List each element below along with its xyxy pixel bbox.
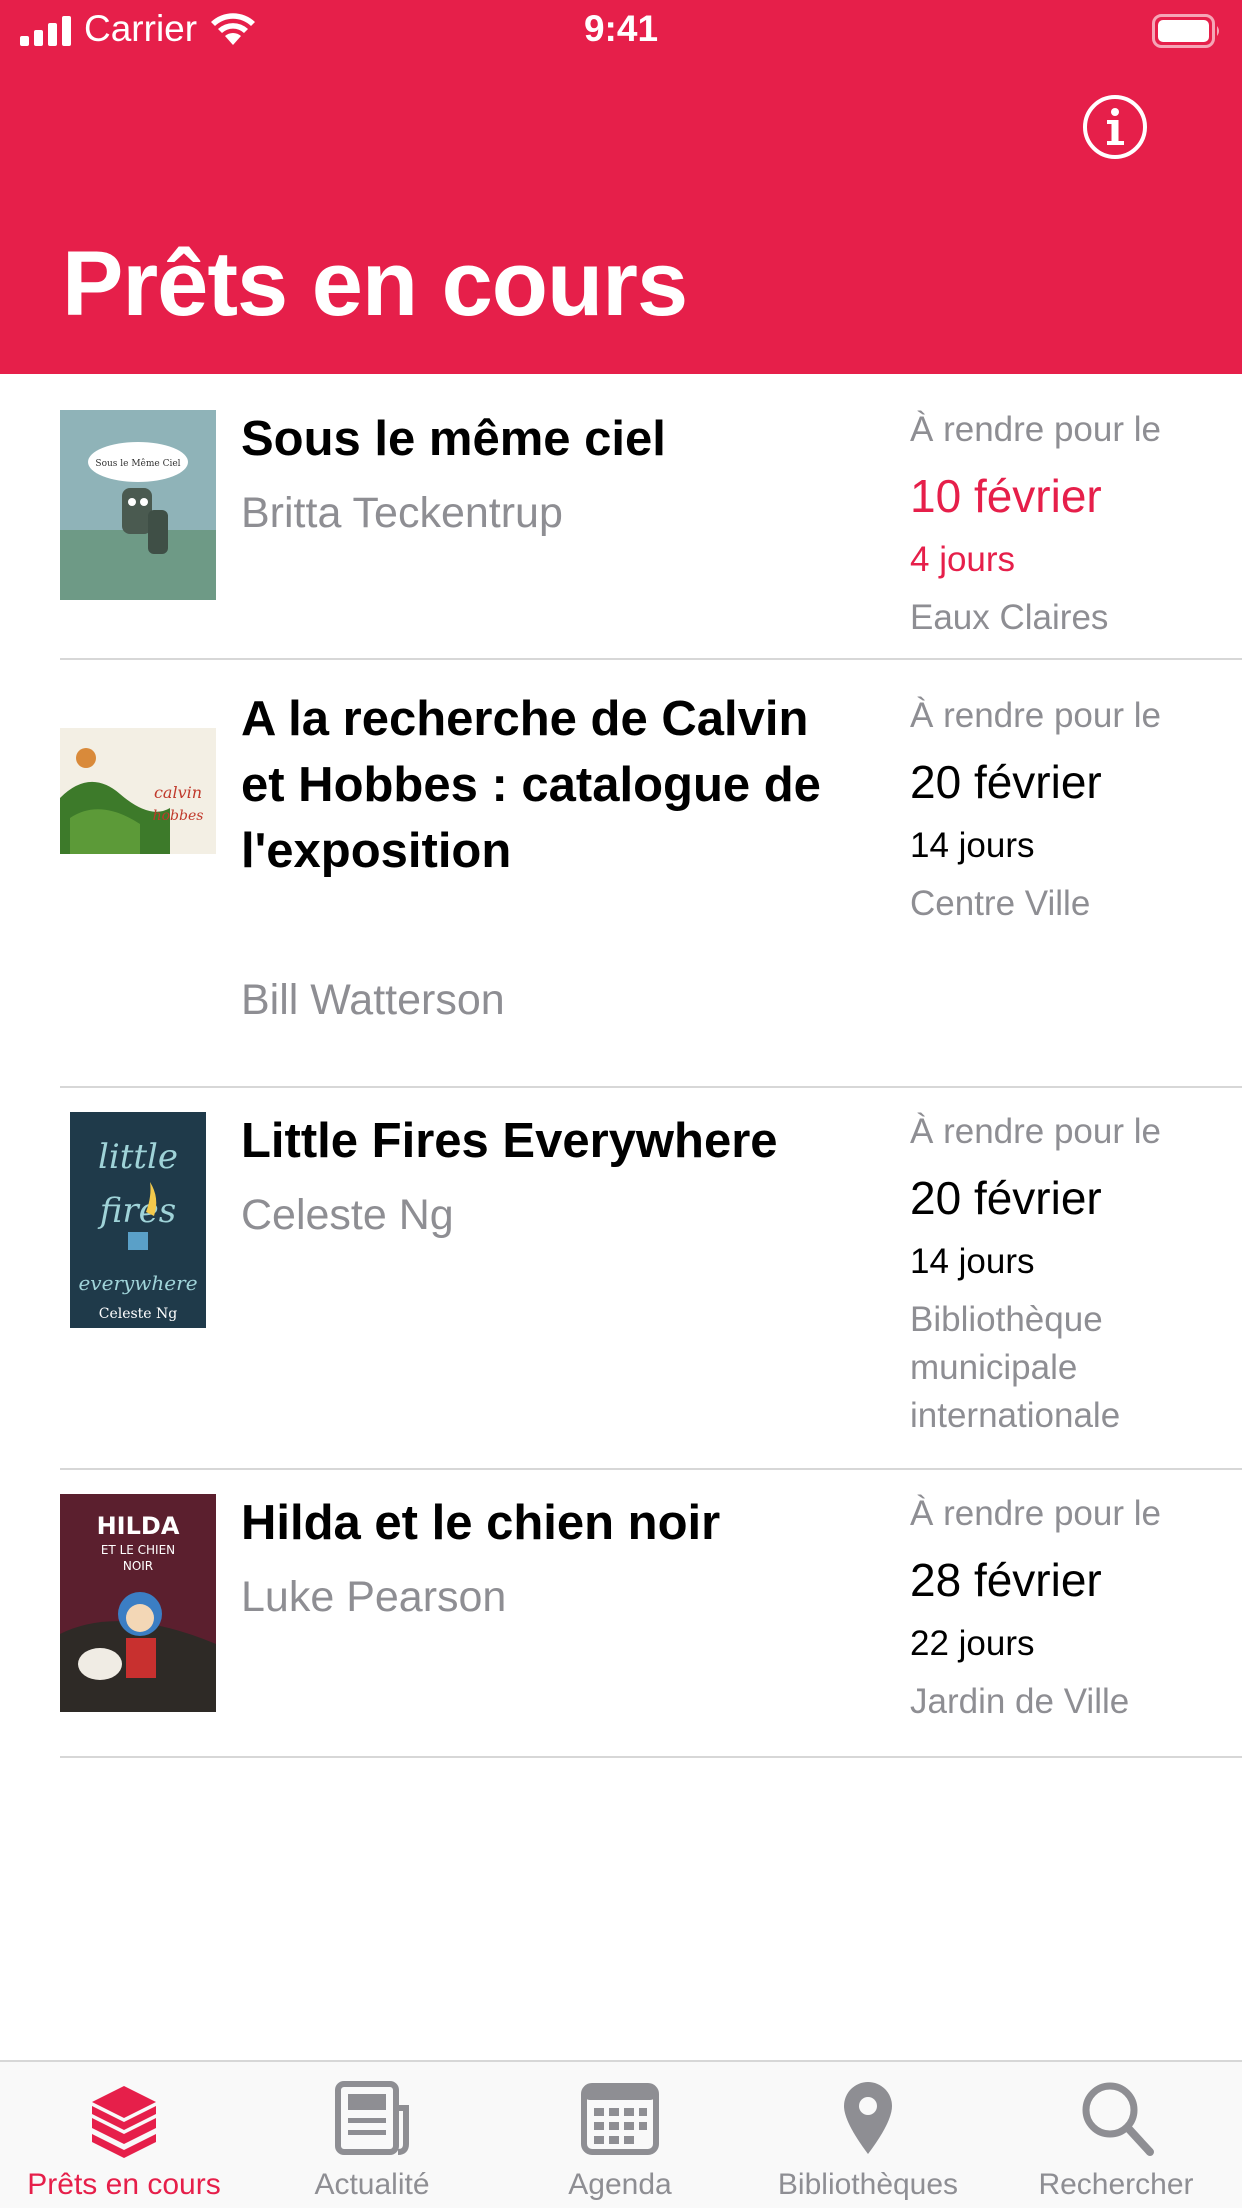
calendar-icon — [581, 2083, 659, 2155]
header: Carrier 9:41 Prêts en cours — [0, 0, 1242, 374]
book-title: Little Fires Everywhere — [241, 1114, 778, 1168]
svg-text:NOIR: NOIR — [123, 1559, 153, 1573]
tab-bibliotheques[interactable]: Bibliothèques — [744, 2062, 992, 2208]
page-title: Prêts en cours — [62, 233, 688, 335]
svg-text:everywhere: everywhere — [78, 1271, 197, 1295]
book-author: Bill Watterson — [241, 976, 505, 1024]
due-label: À rendre pour le — [910, 1494, 1161, 1533]
map-pin-icon — [844, 2082, 892, 2154]
tab-label: Agenda — [568, 2168, 672, 2201]
tab-label: Rechercher — [1038, 2168, 1194, 2201]
tab-prets-en-cours[interactable]: Prêts en cours — [0, 2062, 248, 2208]
svg-text:HILDA: HILDA — [97, 1512, 180, 1540]
books-stack-icon — [92, 2086, 156, 2158]
svg-text:hobbes: hobbes — [153, 808, 204, 824]
due-date: 20 février — [910, 756, 1102, 808]
days-remaining: 22 jours — [910, 1624, 1035, 1663]
loan-item[interactable]: HILDA ET LE CHIEN NOIR Hilda et le chien… — [60, 1470, 1242, 1758]
cover-text: Sous le Même Ciel — [95, 458, 180, 469]
tab-bar: Prêts en cours Actualité Agenda Biblioth… — [0, 2060, 1242, 2208]
loan-item[interactable]: little fires everywhere Celeste Ng Littl… — [60, 1088, 1242, 1470]
library-name: Bibliothèque municipale internationale — [910, 1300, 1121, 1435]
svg-text:ET LE CHIEN: ET LE CHIEN — [101, 1543, 175, 1557]
tab-label: Bibliothèques — [777, 2168, 959, 2201]
tab-agenda[interactable]: Agenda — [496, 2062, 744, 2208]
newspaper-icon — [335, 2081, 409, 2155]
tab-actualite[interactable]: Actualité — [248, 2062, 496, 2208]
book-cover: HILDA ET LE CHIEN NOIR — [60, 1494, 216, 1712]
due-label: À rendre pour le — [910, 696, 1161, 735]
tab-rechercher[interactable]: Rechercher — [992, 2062, 1240, 2208]
book-author: Luke Pearson — [241, 1573, 507, 1621]
book-author: Britta Teckentrup — [241, 489, 563, 537]
library-name: Centre Ville — [910, 884, 1091, 923]
loan-item[interactable]: Sous le Même Ciel Sous le même ciel Brit… — [60, 374, 1242, 660]
due-date: 20 février — [910, 1172, 1102, 1224]
due-label: À rendre pour le — [910, 410, 1161, 449]
library-name: Eaux Claires — [910, 598, 1109, 637]
book-cover: calvin hobbes — [60, 728, 216, 854]
svg-text:fires: fires — [97, 1191, 177, 1231]
info-circle-icon[interactable] — [1082, 94, 1148, 160]
book-author: Celeste Ng — [241, 1191, 454, 1239]
book-title: Hilda et le chien noir — [241, 1496, 721, 1550]
battery-icon — [1152, 14, 1219, 48]
days-remaining: 14 jours — [910, 826, 1035, 865]
search-icon — [1082, 2082, 1154, 2156]
loan-item[interactable]: calvin hobbes A la recherche de Calvin e… — [60, 660, 1242, 1088]
tab-label: Prêts en cours — [27, 2168, 221, 2201]
svg-text:calvin: calvin — [154, 783, 202, 802]
due-label: À rendre pour le — [910, 1112, 1161, 1151]
book-cover: little fires everywhere Celeste Ng — [70, 1112, 206, 1328]
days-remaining: 14 jours — [910, 1242, 1035, 1281]
due-date: 28 février — [910, 1554, 1102, 1606]
days-remaining: 4 jours — [910, 540, 1016, 579]
svg-text:little: little — [98, 1137, 178, 1177]
book-cover: Sous le Même Ciel — [60, 410, 216, 600]
library-name: Jardin de Ville — [910, 1682, 1130, 1721]
tab-label: Actualité — [314, 2168, 430, 2201]
status-bar: Carrier 9:41 — [0, 0, 1242, 62]
due-date: 10 février — [910, 470, 1102, 522]
svg-text:Celeste Ng: Celeste Ng — [99, 1306, 178, 1322]
book-title: A la recherche de Calvin et Hobbes : cat… — [241, 692, 821, 878]
book-title: Sous le même ciel — [241, 412, 666, 466]
status-time: 9:41 — [583, 8, 659, 49]
